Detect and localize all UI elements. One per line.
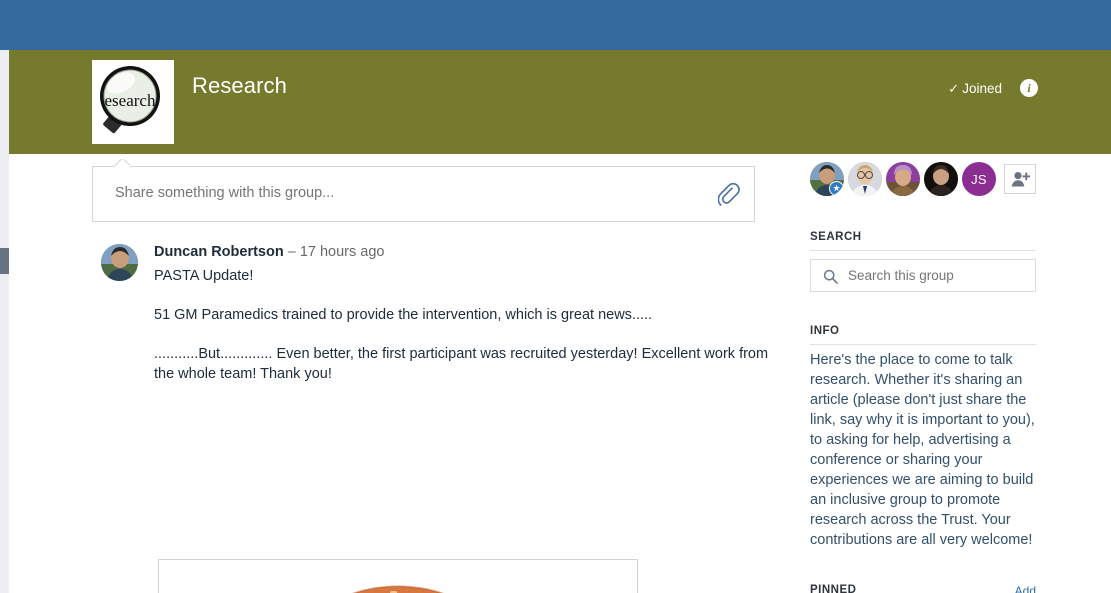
- left-nav-active-indicator[interactable]: [0, 248, 9, 274]
- post-spacer-1: [154, 286, 772, 305]
- check-icon: ✓: [948, 80, 960, 96]
- pasta-arc-text: Paramedic Acute Stroke: [236, 560, 543, 593]
- post-body: Duncan Robertson – 17 hours ago PASTA Up…: [154, 242, 772, 384]
- post-timestamp: – 17 hours ago: [287, 244, 385, 260]
- add-member-button[interactable]: [1004, 164, 1036, 194]
- admin-star-icon: ★: [829, 181, 844, 196]
- pinned-section-title: PINNED: [810, 584, 857, 593]
- avatar[interactable]: [101, 244, 138, 281]
- member-avatar-1[interactable]: ★: [810, 162, 844, 196]
- search-input[interactable]: Search this group: [810, 259, 1036, 292]
- post-line-2: 51 GM Paramedics trained to provide the …: [154, 307, 653, 323]
- member-avatar-3[interactable]: [886, 162, 920, 196]
- search-section-divider: [810, 250, 1036, 251]
- post-composer[interactable]: Share something with this group...: [92, 166, 755, 222]
- joined-button[interactable]: ✓ Joined: [948, 81, 1002, 96]
- post-meta: Duncan Robertson – 17 hours ago: [154, 242, 772, 262]
- post-text: PASTA Update! 51 GM Paramedics trained t…: [154, 266, 772, 384]
- post-author[interactable]: Duncan Robertson: [154, 244, 284, 260]
- info-section-title: INFO: [810, 325, 840, 337]
- post-spacer-2: [154, 325, 772, 344]
- member-avatar-5[interactable]: JS: [962, 162, 996, 196]
- svg-text:esearch: esearch: [105, 91, 156, 110]
- add-person-icon: [1011, 172, 1030, 187]
- search-icon: [823, 269, 838, 289]
- header-actions: ✓ Joined i: [948, 79, 1038, 97]
- member-avatar-4[interactable]: [924, 162, 958, 196]
- pasta-logo: Paramedic Acute Stroke: [223, 560, 573, 593]
- conversation-feed: Share something with this group... Dunca…: [9, 154, 789, 593]
- left-nav-rail: [0, 50, 9, 593]
- pinned-add-link[interactable]: Add: [1015, 584, 1036, 593]
- group-sidebar: ★ JS SEARCH Search this group INFO Here'…: [789, 154, 1111, 593]
- magnifying-glass-icon: esearch: [92, 60, 174, 144]
- group-header: esearch Research NEW CONVERSATIONS ALL C…: [9, 50, 1111, 180]
- composer-placeholder: Share something with this group...: [115, 185, 335, 201]
- member-avatar-2[interactable]: [848, 162, 882, 196]
- svg-text:Paramedic Acute Stroke: Paramedic Acute Stroke: [236, 576, 544, 593]
- top-app-bar: [0, 0, 1111, 50]
- composer-notch: [114, 159, 130, 167]
- info-body-text: Here's the place to come to talk researc…: [810, 352, 1035, 548]
- joined-label: Joined: [962, 80, 1002, 96]
- member-avatar-5-initials: JS: [971, 171, 987, 187]
- pasta-badge-icon: Paramedic Acute Stroke: [236, 560, 544, 593]
- search-placeholder: Search this group: [848, 268, 954, 283]
- member-avatars: ★ JS: [810, 162, 1036, 196]
- post-line-3: ...........But............. Even better,…: [154, 346, 769, 382]
- info-icon[interactable]: i: [1020, 79, 1038, 97]
- paperclip-icon[interactable]: [717, 182, 740, 207]
- page-title: Research: [192, 73, 287, 98]
- post-image-frame[interactable]: Paramedic Acute Stroke: [158, 559, 638, 593]
- info-section-divider: [810, 344, 1036, 345]
- post: Duncan Robertson – 17 hours ago PASTA Up…: [92, 242, 772, 593]
- search-section-title: SEARCH: [810, 231, 862, 243]
- post-line-1: PASTA Update!: [154, 268, 254, 284]
- group-logo: esearch: [92, 60, 174, 144]
- app-root: esearch Research NEW CONVERSATIONS ALL C…: [0, 0, 1111, 593]
